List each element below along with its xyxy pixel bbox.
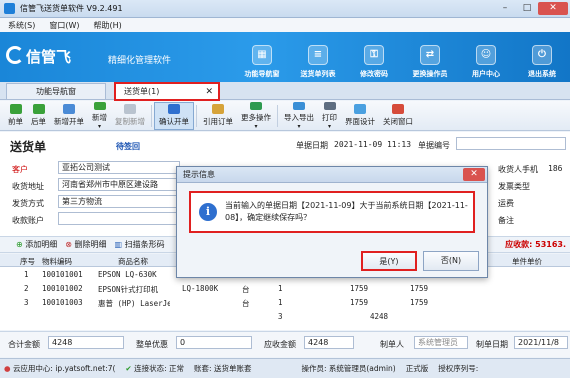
dialog-message-box: i 当前输入的单据日期【2021-11-09】大于当前系统日期【2021-11-… [189,191,475,233]
dialog-message: 当前输入的单据日期【2021-11-09】大于当前系统日期【2021-11-08… [225,201,468,222]
dialog-title: 提示信息 [177,167,487,183]
dialog-close-icon[interactable]: ✕ [463,168,485,181]
yes-button[interactable]: 是(Y) [361,251,417,271]
modal-overlay: 提示信息 ✕ i 当前输入的单据日期【2021-11-09】大于当前系统日期【2… [0,0,570,378]
info-icon: i [199,203,217,221]
no-button[interactable]: 否(N) [423,251,479,271]
confirm-dialog: 提示信息 ✕ i 当前输入的单据日期【2021-11-09】大于当前系统日期【2… [176,166,488,278]
